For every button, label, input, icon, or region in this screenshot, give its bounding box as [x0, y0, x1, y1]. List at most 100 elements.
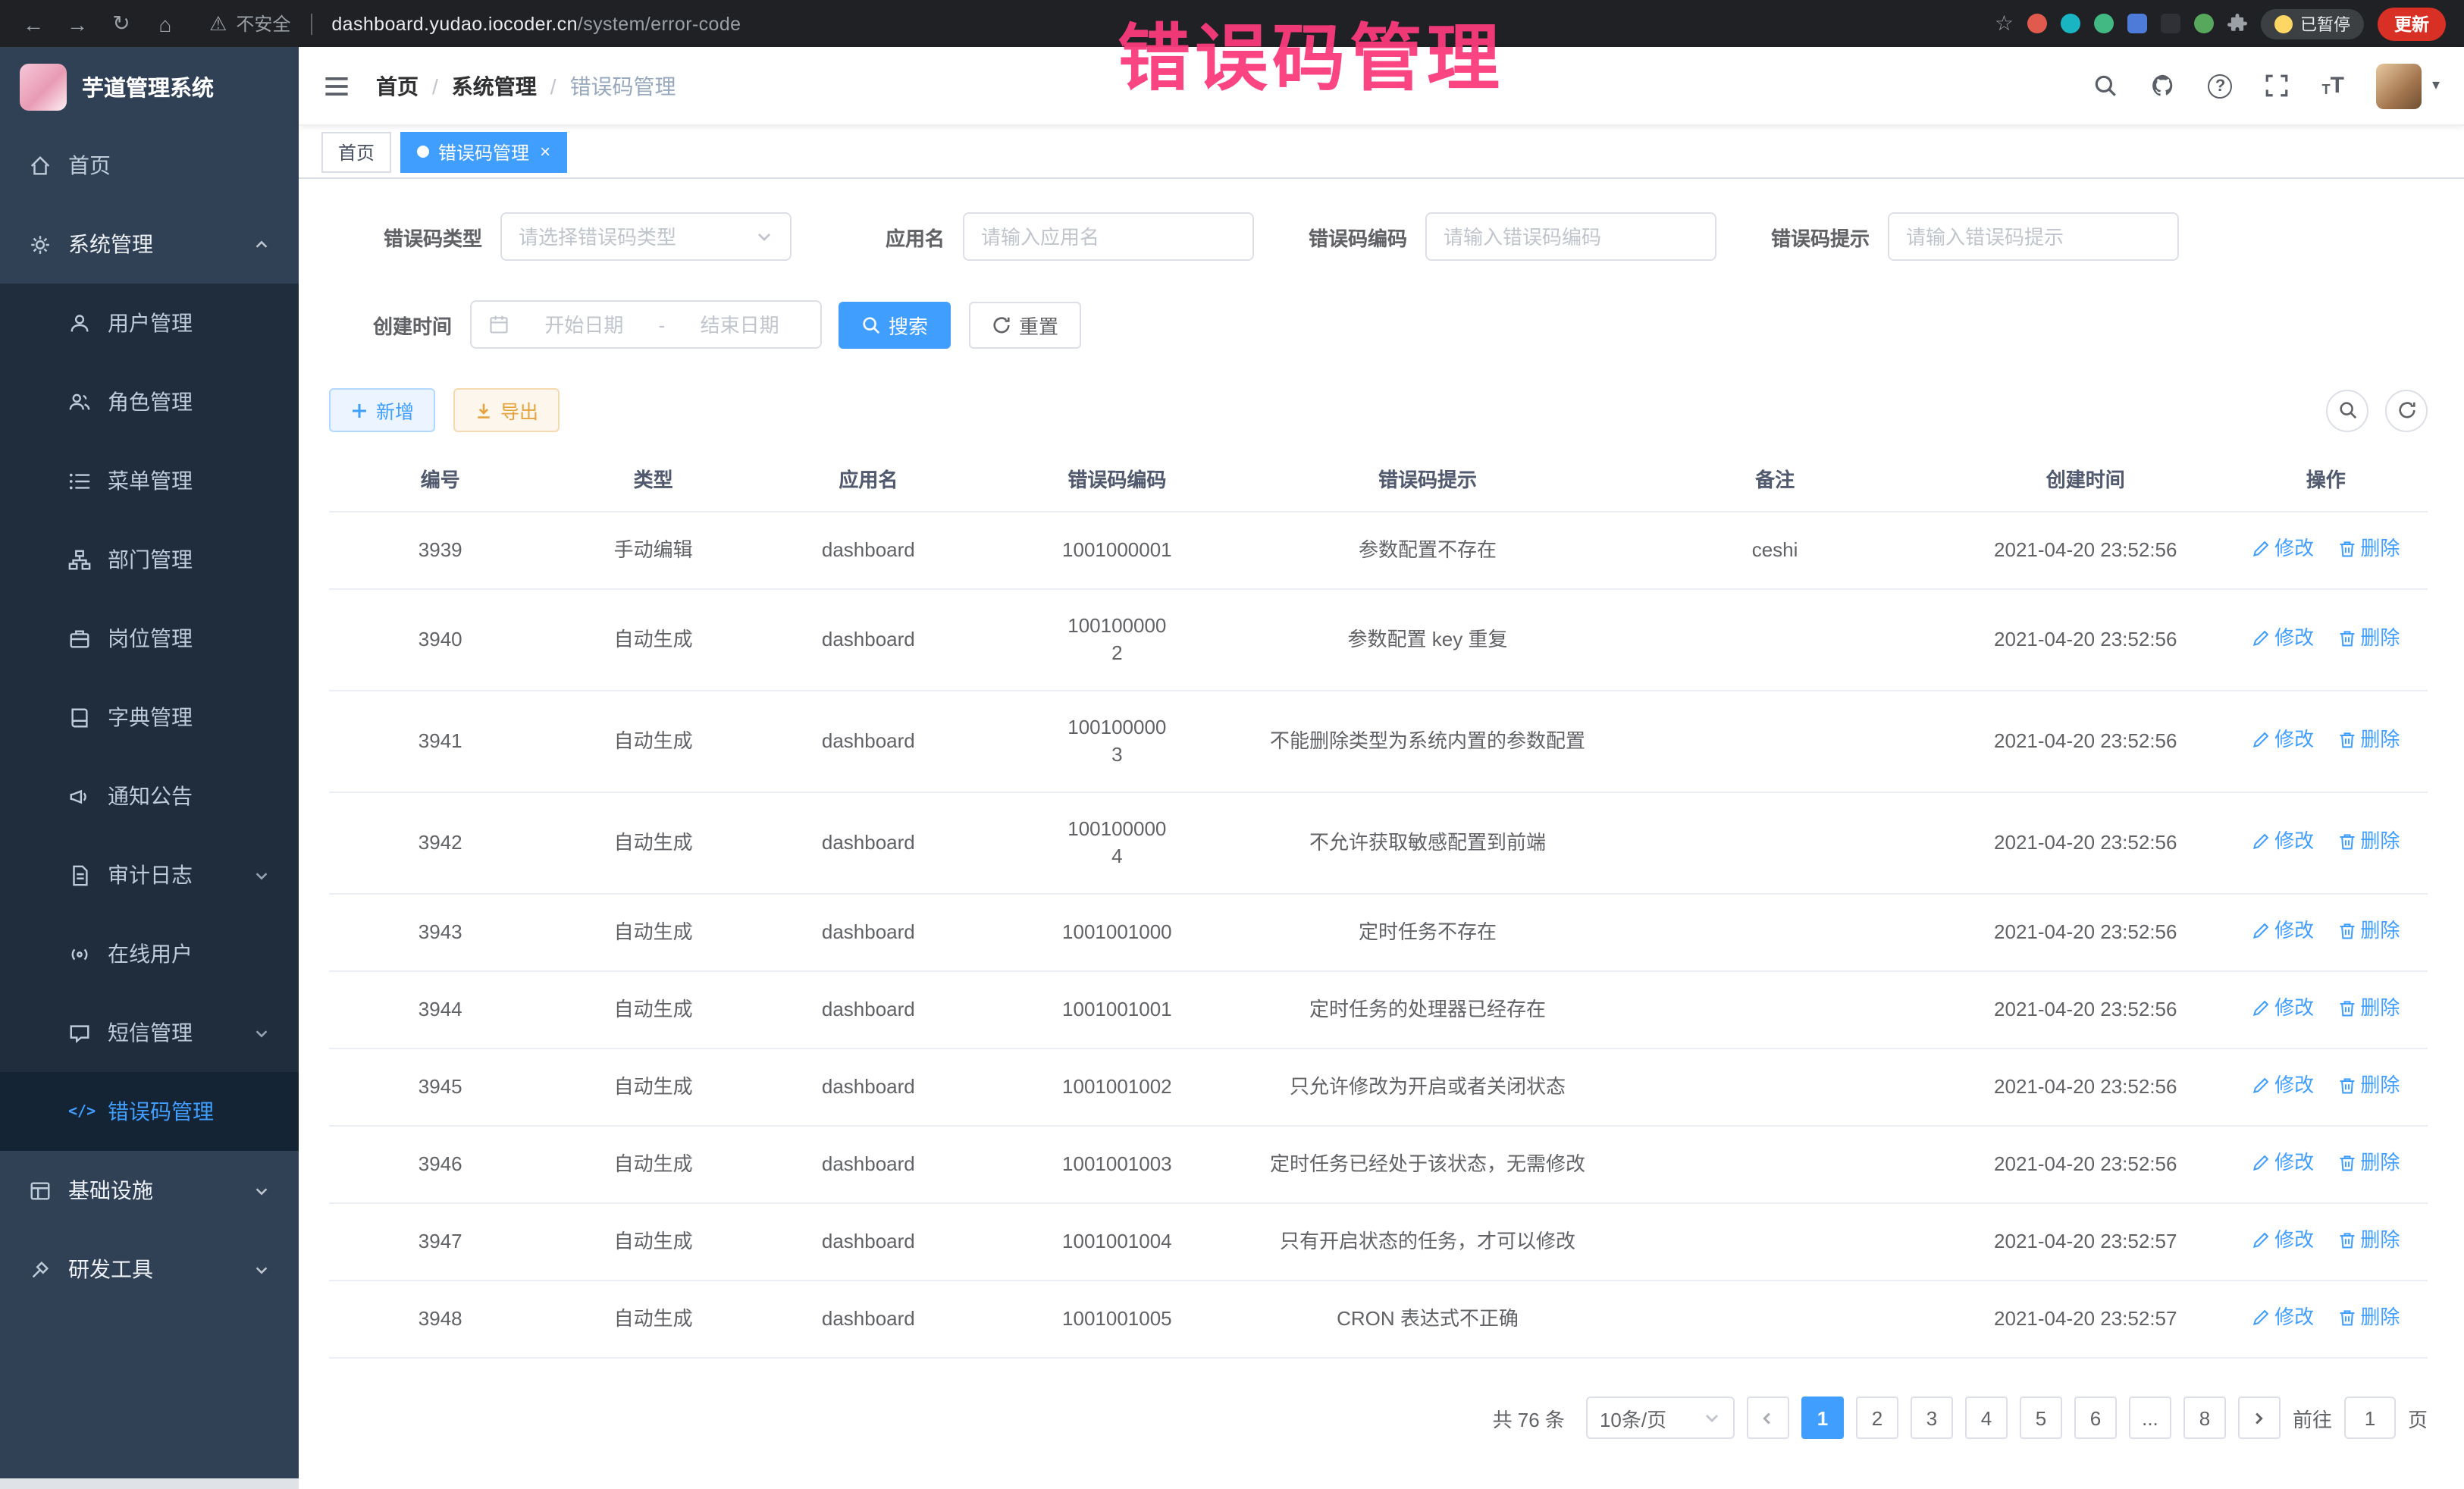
edit-link[interactable]: 修改: [2252, 995, 2314, 1022]
extension-icon-green[interactable]: [2194, 14, 2214, 33]
page-button-6[interactable]: 6: [2074, 1397, 2117, 1439]
app-name-field[interactable]: [963, 212, 1254, 261]
breadcrumb-system[interactable]: 系统管理: [452, 71, 537, 101]
extension-icon-blue[interactable]: [2127, 14, 2147, 33]
edit-link[interactable]: 修改: [2252, 1072, 2314, 1099]
pencil-icon: [2252, 1154, 2270, 1172]
edit-link[interactable]: 修改: [2252, 1149, 2314, 1177]
delete-link[interactable]: 删除: [2337, 828, 2400, 855]
sidebar-item-menus[interactable]: 菜单管理: [0, 441, 299, 520]
page-button-8[interactable]: 8: [2183, 1397, 2226, 1439]
edit-link[interactable]: 修改: [2252, 1227, 2314, 1254]
cell-hint: 不能删除类型为系统内置的参数配置: [1252, 691, 1603, 792]
refresh-table-button[interactable]: [2385, 389, 2428, 431]
sidebar-item-notices[interactable]: 通知公告: [0, 757, 299, 835]
page-ellipsis[interactable]: ...: [2129, 1397, 2171, 1439]
sidebar-item-dev-tools[interactable]: 研发工具: [0, 1230, 299, 1309]
goto-page-input[interactable]: [2344, 1397, 2396, 1439]
extensions-puzzle-icon[interactable]: [2227, 14, 2247, 33]
delete-link[interactable]: 删除: [2337, 1304, 2400, 1331]
edit-link[interactable]: 修改: [2252, 625, 2314, 652]
help-icon[interactable]: ?: [2209, 74, 2233, 98]
error-hint-field[interactable]: [1888, 212, 2179, 261]
browser-update-button[interactable]: 更新: [2378, 7, 2446, 40]
sidebar-item-home[interactable]: 首页: [0, 126, 299, 205]
github-icon[interactable]: [2151, 73, 2177, 99]
search-button[interactable]: 搜索: [839, 301, 951, 348]
delete-link[interactable]: 删除: [2337, 1072, 2400, 1099]
page-button-2[interactable]: 2: [1856, 1397, 1898, 1439]
tab-error-codes[interactable]: 错误码管理 ×: [400, 131, 567, 172]
page-button-5[interactable]: 5: [2020, 1397, 2062, 1439]
browser-home-icon[interactable]: ⌂: [150, 11, 180, 36]
page-size-select[interactable]: 10条/页: [1586, 1397, 1735, 1439]
sidebar-item-departments[interactable]: 部门管理: [0, 520, 299, 599]
bookmark-star-icon[interactable]: ☆: [1995, 11, 2014, 36]
trash-icon: [2337, 832, 2356, 851]
font-size-icon[interactable]: TT: [2322, 74, 2344, 97]
delete-link[interactable]: 删除: [2337, 625, 2400, 652]
add-button[interactable]: 新增: [329, 388, 435, 432]
cell-id: 3940: [329, 589, 551, 691]
search-icon[interactable]: [2093, 73, 2119, 99]
delete-link[interactable]: 删除: [2337, 995, 2400, 1022]
cell-hint: 不允许获取敏感配置到前端: [1252, 792, 1603, 894]
sidebar-item-roles[interactable]: 角色管理: [0, 362, 299, 441]
start-date-input[interactable]: [520, 313, 648, 336]
fullscreen-icon[interactable]: [2265, 73, 2290, 99]
sidebar-scrollbar[interactable]: [0, 1478, 299, 1489]
tab-home[interactable]: 首页: [321, 131, 391, 172]
page-button-1[interactable]: 1: [1801, 1397, 1844, 1439]
end-date-input[interactable]: [676, 313, 804, 336]
security-chip[interactable]: ⚠ 不安全: [209, 11, 290, 36]
paused-badge[interactable]: 已暂停: [2261, 8, 2364, 39]
user-menu[interactable]: ▾: [2376, 63, 2440, 108]
close-icon[interactable]: ×: [540, 143, 550, 161]
date-range-picker[interactable]: -: [470, 300, 822, 349]
delete-link[interactable]: 删除: [2337, 535, 2400, 563]
sidebar-item-dictionary[interactable]: 字典管理: [0, 678, 299, 757]
error-code-field[interactable]: [1425, 212, 1716, 261]
page-button-4[interactable]: 4: [1965, 1397, 2008, 1439]
sidebar-item-online-users[interactable]: 在线用户: [0, 914, 299, 993]
error-code-input[interactable]: [1444, 225, 1698, 248]
sidebar-item-positions[interactable]: 岗位管理: [0, 599, 299, 678]
browser-back-icon[interactable]: ←: [18, 11, 49, 36]
sidebar-item-system[interactable]: 系统管理: [0, 205, 299, 284]
delete-link[interactable]: 删除: [2337, 1149, 2400, 1177]
delete-link[interactable]: 删除: [2337, 726, 2400, 754]
reset-button[interactable]: 重置: [969, 301, 1081, 348]
delete-link[interactable]: 删除: [2337, 1227, 2400, 1254]
breadcrumb-home[interactable]: 首页: [376, 71, 419, 101]
sidebar-item-infrastructure[interactable]: 基础设施: [0, 1151, 299, 1230]
edit-link[interactable]: 修改: [2252, 828, 2314, 855]
toggle-search-button[interactable]: [2326, 389, 2368, 431]
export-button[interactable]: 导出: [453, 388, 560, 432]
edit-link[interactable]: 修改: [2252, 917, 2314, 945]
error-type-select-input[interactable]: [519, 225, 745, 248]
next-page-button[interactable]: [2238, 1397, 2281, 1439]
prev-page-button[interactable]: [1747, 1397, 1789, 1439]
error-hint-input[interactable]: [1906, 225, 2161, 248]
extension-icon-vue[interactable]: [2094, 14, 2114, 33]
app-name-input[interactable]: [981, 225, 1236, 248]
sidebar-item-users[interactable]: 用户管理: [0, 284, 299, 362]
extension-icon-red[interactable]: [2027, 14, 2047, 33]
sidebar-item-error-codes[interactable]: </> 错误码管理: [0, 1072, 299, 1151]
sidebar-item-audit-logs[interactable]: 审计日志: [0, 835, 299, 914]
cell-code: 1001001005: [982, 1281, 1252, 1358]
address-bar[interactable]: dashboard.yudao.iocoder.cn/system/error-…: [331, 13, 741, 34]
error-type-select[interactable]: [500, 212, 792, 261]
delete-link[interactable]: 删除: [2337, 917, 2400, 945]
extension-icon-dark[interactable]: [2161, 14, 2180, 33]
edit-link[interactable]: 修改: [2252, 726, 2314, 754]
hamburger-icon[interactable]: [323, 72, 350, 99]
page-button-3[interactable]: 3: [1911, 1397, 1953, 1439]
divider: [310, 13, 312, 34]
sidebar-item-sms[interactable]: 短信管理: [0, 993, 299, 1072]
edit-link[interactable]: 修改: [2252, 535, 2314, 563]
extension-icon-teal[interactable]: [2061, 14, 2080, 33]
browser-forward-icon[interactable]: →: [62, 11, 92, 36]
browser-reload-icon[interactable]: ↻: [106, 11, 136, 36]
edit-link[interactable]: 修改: [2252, 1304, 2314, 1331]
